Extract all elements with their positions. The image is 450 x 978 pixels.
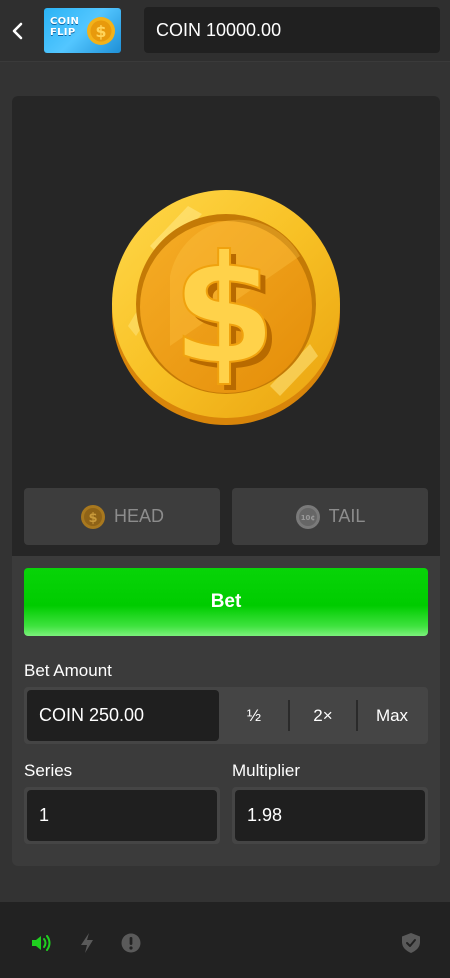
half-button[interactable]: ½ <box>220 690 288 741</box>
bet-amount-label: Bet Amount <box>24 661 112 680</box>
tail-button[interactable]: 10¢ TAIL <box>232 488 428 545</box>
info-icon[interactable] <box>120 932 142 954</box>
back-button[interactable] <box>8 17 28 45</box>
series-input[interactable]: 1 <box>27 790 217 841</box>
footer-bar <box>0 902 450 978</box>
svg-text:$: $ <box>95 22 106 41</box>
top-bar: COIN FLIP $ COIN 10000.00 <box>0 0 450 62</box>
chevron-left-icon <box>12 22 23 40</box>
multiplier-input[interactable]: 1.98 <box>235 790 425 841</box>
coin-flip-logo: COIN FLIP $ <box>44 8 121 53</box>
tail-label: TAIL <box>328 506 366 526</box>
series-label: Series <box>24 761 73 780</box>
tail-coin-icon: 10¢ <box>295 504 320 529</box>
shield-icon[interactable] <box>400 932 422 954</box>
multiplier-field-wrap: 1.98 <box>232 787 428 844</box>
head-button[interactable]: $ HEAD <box>24 488 220 545</box>
svg-text:10¢: 10¢ <box>300 514 315 522</box>
bet-amount-group: COIN 250.00 ½ 2× Max <box>24 687 428 744</box>
coin-stage: $ $ <box>12 96 440 556</box>
head-coin-icon: $ <box>80 504 105 529</box>
gold-dollar-coin-icon: $ $ <box>112 190 340 425</box>
head-label: HEAD <box>113 506 164 526</box>
double-button[interactable]: 2× <box>290 690 356 741</box>
balance-display: COIN 10000.00 <box>144 7 440 53</box>
max-button[interactable]: Max <box>358 690 426 741</box>
logo-coin-icon: $ <box>87 17 115 45</box>
lightning-icon[interactable] <box>76 932 98 954</box>
game-panel: $ $ $ HEAD 10¢ TAIL Bet Bet Amount COIN … <box>12 96 440 866</box>
svg-text:$: $ <box>88 511 97 526</box>
svg-text:$: $ <box>172 224 276 398</box>
multiplier-label: Multiplier <box>232 761 301 780</box>
bet-button[interactable]: Bet <box>24 568 428 636</box>
bet-amount-input[interactable]: COIN 250.00 <box>27 690 219 741</box>
series-field-wrap: 1 <box>24 787 220 844</box>
speaker-icon[interactable] <box>30 932 52 954</box>
